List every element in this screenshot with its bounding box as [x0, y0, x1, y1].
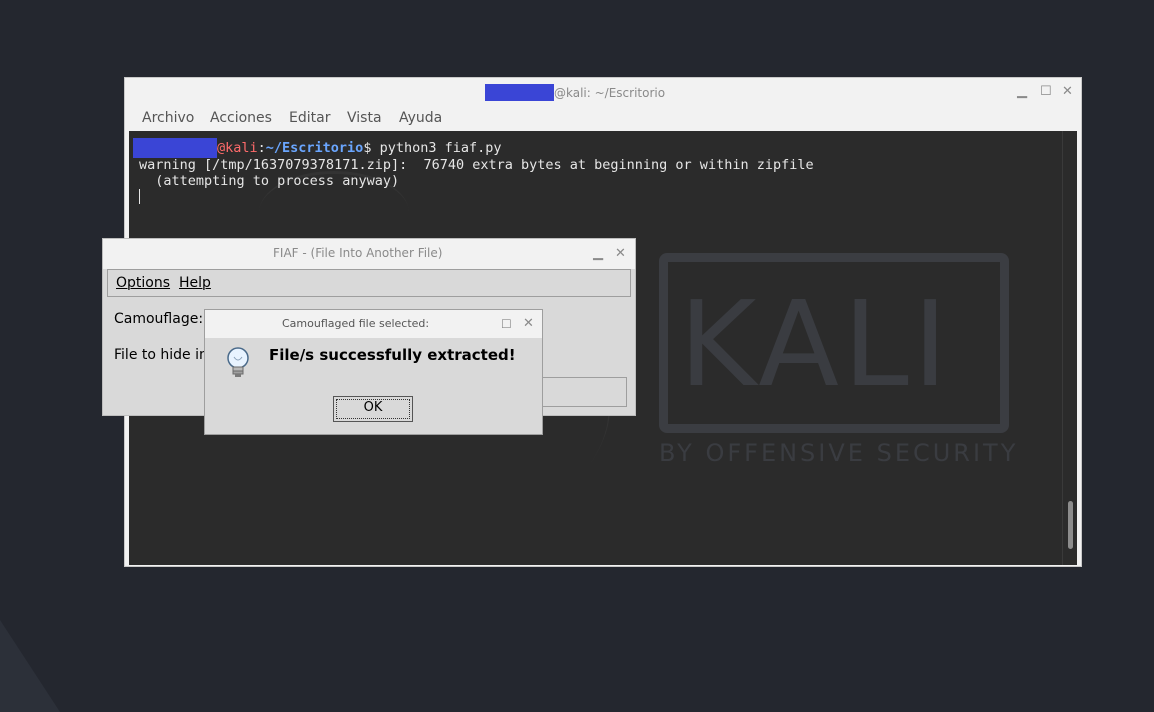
prompt-line: @kali:~/Escritorio$ python3 fiaf.py [133, 138, 502, 158]
file-to-hide-label: File to hide in [114, 347, 208, 363]
prompt-separator: : [257, 140, 266, 156]
fiaf-button-area[interactable] [539, 377, 627, 407]
fiaf-title: FIAF - (File Into Another File) [273, 246, 443, 260]
command-text: python3 fiaf.py [371, 140, 502, 156]
dialog-close-icon[interactable]: ✕ [523, 316, 534, 332]
redacted-prompt-user [133, 138, 217, 158]
camouflage-label: Camouflage: [114, 311, 204, 327]
terminal-title: @kali: ~/Escritorio [485, 84, 665, 102]
fiaf-titlebar[interactable]: FIAF - (File Into Another File) ▁ ✕ [103, 239, 635, 269]
desktop-corner-shape [0, 620, 60, 712]
ok-focus-ring [336, 399, 410, 419]
menu-help[interactable]: Help [179, 275, 211, 291]
lightbulb-icon [227, 347, 249, 377]
prompt-path: ~/Escritorio [265, 140, 364, 156]
menu-ayuda[interactable]: Ayuda [399, 110, 442, 126]
menu-editar[interactable]: Editar [289, 110, 330, 126]
fiaf-minimize-icon[interactable]: ▁ [593, 246, 603, 262]
ok-button[interactable]: OK [333, 396, 413, 422]
minimize-icon[interactable]: ▁ [1017, 84, 1027, 100]
terminal-title-text: @kali: ~/Escritorio [554, 86, 666, 100]
kali-logo: KALI [679, 275, 952, 413]
redacted-username [485, 84, 554, 101]
menu-archivo[interactable]: Archivo [142, 110, 194, 126]
dialog-body: File/s successfully extracted! OK [209, 338, 538, 430]
menu-vista[interactable]: Vista [347, 110, 382, 126]
menu-acciones[interactable]: Acciones [210, 110, 272, 126]
fiaf-close-icon[interactable]: ✕ [615, 246, 626, 262]
output-line-1: warning [/tmp/1637079378171.zip]: 76740 … [139, 157, 814, 173]
output-line-2: (attempting to process anyway) [139, 173, 400, 189]
menu-options[interactable]: Options [116, 275, 170, 291]
prompt-host: @kali [217, 140, 258, 156]
fiaf-menubar: Options Help [107, 269, 631, 297]
terminal-scrollbar[interactable] [1062, 131, 1077, 565]
maximize-icon[interactable]: ☐ [1040, 84, 1052, 100]
terminal-titlebar[interactable]: @kali: ~/Escritorio ▁ ☐ ✕ [125, 78, 1081, 108]
dialog-message: File/s successfully extracted! [269, 346, 516, 364]
dialog-title: Camouflaged file selected: [282, 317, 430, 330]
dialog-maximize-icon[interactable]: ☐ [501, 316, 512, 332]
kali-logo-subtitle: BY OFFENSIVE SECURITY [659, 439, 1019, 467]
text-cursor [139, 189, 140, 204]
success-dialog: Camouflaged file selected: ☐ ✕ File/s su… [204, 309, 543, 435]
dialog-titlebar[interactable]: Camouflaged file selected: ☐ ✕ [205, 310, 542, 338]
scrollbar-thumb[interactable] [1068, 501, 1073, 549]
close-icon[interactable]: ✕ [1062, 84, 1073, 100]
